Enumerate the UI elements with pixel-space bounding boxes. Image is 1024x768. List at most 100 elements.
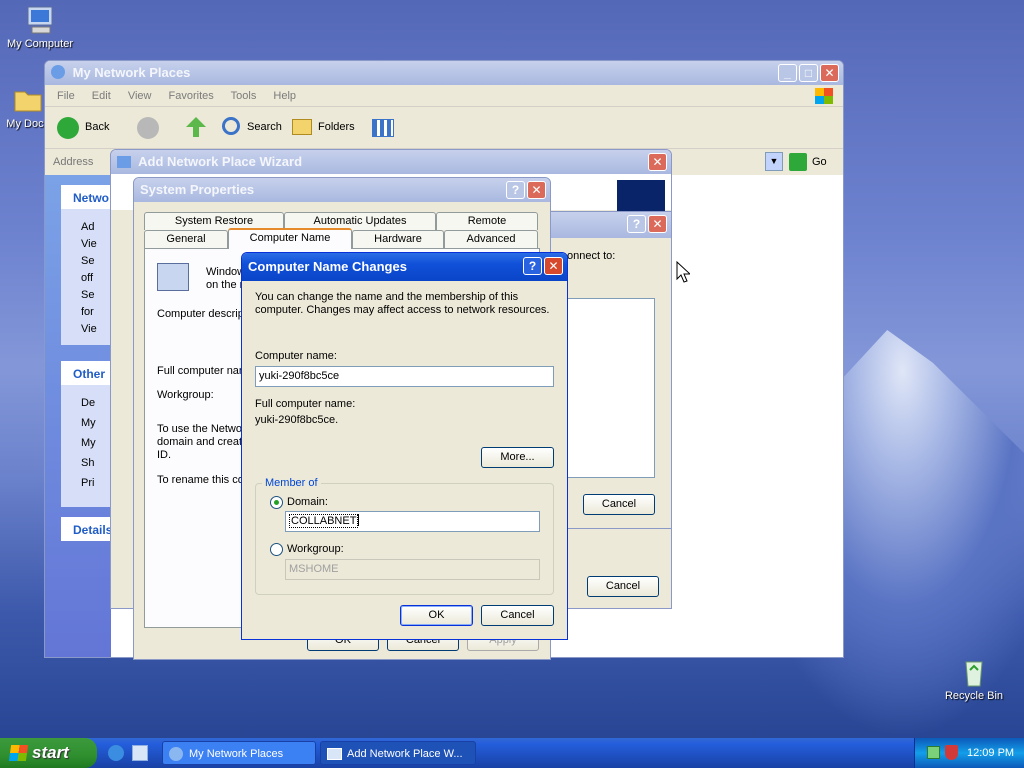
menu-file[interactable]: File: [57, 90, 75, 102]
help-button[interactable]: ?: [523, 257, 542, 275]
pane-header[interactable]: Netwo: [61, 185, 111, 209]
system-tray: 12:09 PM: [914, 738, 1024, 768]
menu-view[interactable]: View: [128, 90, 152, 102]
wizard-banner-icon: [617, 180, 665, 212]
folder-icon: [14, 91, 42, 112]
cnc-titlebar[interactable]: Computer Name Changes ? ✕: [242, 253, 567, 281]
close-button[interactable]: ✕: [820, 64, 839, 82]
location-list[interactable]: [567, 298, 655, 478]
computer-name-label: Computer name:: [255, 350, 337, 362]
close-button[interactable]: ✕: [527, 181, 546, 199]
internet-explorer-icon[interactable]: [108, 745, 124, 761]
up-folder-icon[interactable]: [186, 117, 206, 137]
task-link[interactable]: Se: [81, 287, 97, 304]
tab-advanced[interactable]: Advanced: [444, 230, 538, 248]
computer-name-input[interactable]: yuki-290f8bc5ce: [255, 366, 554, 387]
help-button[interactable]: ?: [627, 215, 646, 233]
task-link[interactable]: Vie: [81, 236, 97, 253]
window-titlebar[interactable]: My Network Places _ □ ✕: [45, 61, 843, 85]
member-of-label: Member of: [262, 477, 321, 489]
task-link[interactable]: Vie: [81, 321, 97, 338]
address-dropdown[interactable]: ▼: [765, 152, 783, 171]
network-tasks-pane: Netwo Ad Vie Se off Se for Vie: [61, 185, 111, 345]
recycle-bin-icon: [965, 661, 983, 687]
cancel-button[interactable]: Cancel: [481, 605, 554, 626]
tab-computer-name[interactable]: Computer Name: [228, 228, 352, 249]
menu-bar: File Edit View Favorites Tools Help: [45, 85, 843, 107]
tab-remote[interactable]: Remote: [436, 212, 538, 230]
desktop-icon-label: My Computer: [6, 38, 74, 50]
clock[interactable]: 12:09 PM: [967, 738, 1014, 768]
task-link[interactable]: Ad: [81, 219, 97, 236]
minimize-button[interactable]: _: [778, 64, 797, 82]
place-link[interactable]: My: [81, 413, 96, 433]
tab-general[interactable]: General: [144, 230, 228, 248]
maximize-button[interactable]: □: [799, 64, 818, 82]
back-button[interactable]: Back: [85, 121, 109, 133]
task-link[interactable]: for: [81, 304, 97, 321]
taskbar-item-network-places[interactable]: My Network Places: [162, 741, 316, 765]
help-button[interactable]: ?: [506, 181, 525, 199]
more-button[interactable]: More...: [481, 447, 554, 468]
sysprops-text: To rename this co: [157, 474, 244, 486]
wizard-titlebar[interactable]: Add Network Place Wizard ✕: [111, 150, 671, 174]
menu-help[interactable]: Help: [273, 90, 296, 102]
folders-button[interactable]: Folders: [318, 121, 355, 133]
details-pane-header[interactable]: Details: [61, 517, 112, 541]
close-button[interactable]: ✕: [544, 257, 563, 275]
go-button[interactable]: Go: [812, 156, 827, 168]
workgroup-radio[interactable]: [270, 543, 283, 556]
desktop-icon-label: Recycle Bin: [944, 690, 1004, 702]
search-button[interactable]: Search: [247, 121, 282, 133]
tab-hardware[interactable]: Hardware: [352, 230, 444, 248]
start-button[interactable]: start: [0, 738, 97, 768]
dialog-cancel-button[interactable]: Cancel: [583, 494, 655, 515]
desktop-icon-recycle-bin[interactable]: Recycle Bin: [934, 656, 1014, 702]
menu-tools[interactable]: Tools: [231, 90, 257, 102]
place-link[interactable]: My: [81, 433, 96, 453]
back-arrow-icon[interactable]: [57, 117, 79, 139]
text-cursor: [358, 514, 360, 526]
start-label: start: [32, 743, 69, 762]
windows-flag-icon: [8, 745, 29, 761]
forward-arrow-icon[interactable]: [137, 117, 159, 139]
wizard-icon: [117, 156, 131, 168]
wizard-cancel-button[interactable]: Cancel: [587, 576, 659, 597]
task-link[interactable]: Se: [81, 253, 97, 270]
ok-button[interactable]: OK: [400, 605, 473, 626]
dialog-titlebar[interactable]: ? ✕: [541, 212, 671, 238]
close-button[interactable]: ✕: [648, 215, 667, 233]
place-link[interactable]: Sh: [81, 453, 96, 473]
wizard-icon: [327, 748, 342, 760]
search-icon[interactable]: [222, 117, 240, 135]
computer-name-changes-dialog: Computer Name Changes ? ✕ You can change …: [241, 252, 568, 640]
place-link[interactable]: De: [81, 393, 96, 413]
taskbar-item-wizard[interactable]: Add Network Place W...: [320, 741, 476, 765]
windows-logo-icon: [815, 88, 833, 104]
domain-radio[interactable]: [270, 496, 283, 509]
pane-header[interactable]: Other: [61, 361, 111, 385]
network-places-icon: [169, 747, 183, 761]
security-shield-icon[interactable]: [945, 745, 958, 760]
cnc-title: Computer Name Changes: [248, 259, 407, 274]
menu-edit[interactable]: Edit: [92, 90, 111, 102]
sysprops-title: System Properties: [140, 182, 255, 197]
go-arrow-icon[interactable]: [789, 153, 807, 171]
show-desktop-icon[interactable]: [132, 745, 148, 761]
network-tray-icon[interactable]: [927, 746, 940, 759]
taskbar: start My Network Places Add Network Plac…: [0, 738, 1024, 768]
place-link[interactable]: Pri: [81, 473, 96, 493]
folders-icon[interactable]: [292, 119, 312, 135]
sysprops-text: To use the Netwo: [157, 423, 242, 435]
task-link[interactable]: off: [81, 270, 97, 287]
domain-input[interactable]: COLLABNET: [285, 511, 540, 532]
task-pane: Netwo Ad Vie Se off Se for Vie Other De …: [45, 175, 112, 657]
views-icon[interactable]: [372, 119, 394, 137]
menu-favorites[interactable]: Favorites: [169, 90, 214, 102]
close-button[interactable]: ✕: [648, 153, 667, 171]
desktop-icon-my-computer[interactable]: My Computer: [0, 4, 80, 50]
workgroup-input[interactable]: MSHOME: [285, 559, 540, 580]
sysprops-text: Window: [206, 266, 246, 278]
sysprops-titlebar[interactable]: System Properties ? ✕: [134, 178, 550, 202]
intro-text: computer. Changes may affect access to n…: [255, 304, 550, 316]
